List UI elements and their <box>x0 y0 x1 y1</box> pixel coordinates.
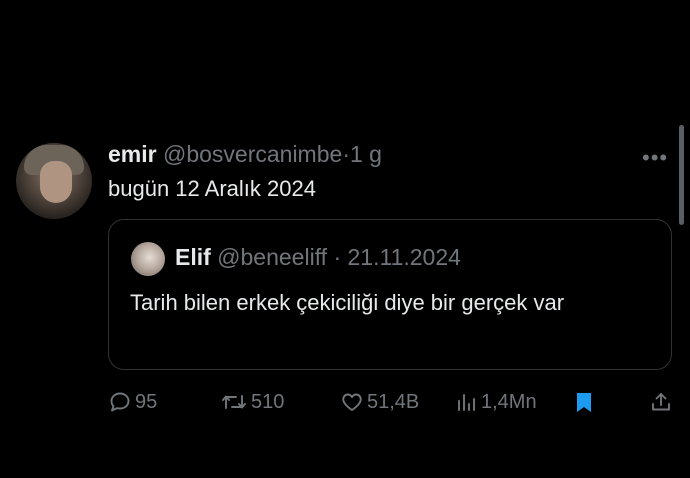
quote-date: 21.11.2024 <box>347 244 461 270</box>
tweet-time[interactable]: 1 g <box>350 141 382 167</box>
quote-author-handle[interactable]: @beneeliff <box>217 244 327 270</box>
tweet-text: bugün 12 Aralık 2024 <box>108 176 316 201</box>
retweet-count: 510 <box>251 390 285 413</box>
author-name[interactable]: emir <box>108 141 157 167</box>
like-button[interactable]: 51,4B <box>340 390 419 414</box>
share-button[interactable] <box>649 390 673 414</box>
views-count: 1,4Mn <box>481 390 537 413</box>
quote-author-avatar[interactable] <box>131 242 165 276</box>
reply-button[interactable]: 95 <box>108 390 157 414</box>
quote-separator-dot: · <box>333 244 342 270</box>
quote-header: Elif @beneeliff · 21.11.2024 <box>175 244 461 271</box>
bookmark-icon <box>577 393 591 412</box>
tweet[interactable]: emir @bosvercanimbe·1 g ••• bugün 12 Ara… <box>0 0 690 478</box>
retweet-button[interactable]: 510 <box>220 390 284 414</box>
views-button[interactable]: 1,4Mn <box>456 390 537 414</box>
scrollbar[interactable] <box>679 125 684 225</box>
like-count: 51,4B <box>367 390 420 413</box>
share-icon <box>652 393 670 411</box>
author-avatar[interactable] <box>16 143 92 219</box>
bookmark-button[interactable] <box>573 390 595 414</box>
avatar-face <box>40 161 72 203</box>
separator-dot: · <box>342 141 350 167</box>
quote-author-name[interactable]: Elif <box>175 244 211 270</box>
retweet-icon <box>222 395 246 409</box>
tweet-header: emir @bosvercanimbe·1 g <box>108 141 382 168</box>
heart-icon <box>342 393 362 411</box>
reply-count: 95 <box>135 390 158 413</box>
reply-icon <box>110 392 130 412</box>
more-icon[interactable]: ••• <box>642 145 668 171</box>
author-handle[interactable]: @bosvercanimbe <box>163 141 342 167</box>
quoted-tweet[interactable]: Elif @beneeliff · 21.11.2024 Tarih bilen… <box>108 219 672 370</box>
views-icon <box>458 394 475 411</box>
quote-text: Tarih bilen erkek çekiciliği diye bir ge… <box>130 290 565 315</box>
